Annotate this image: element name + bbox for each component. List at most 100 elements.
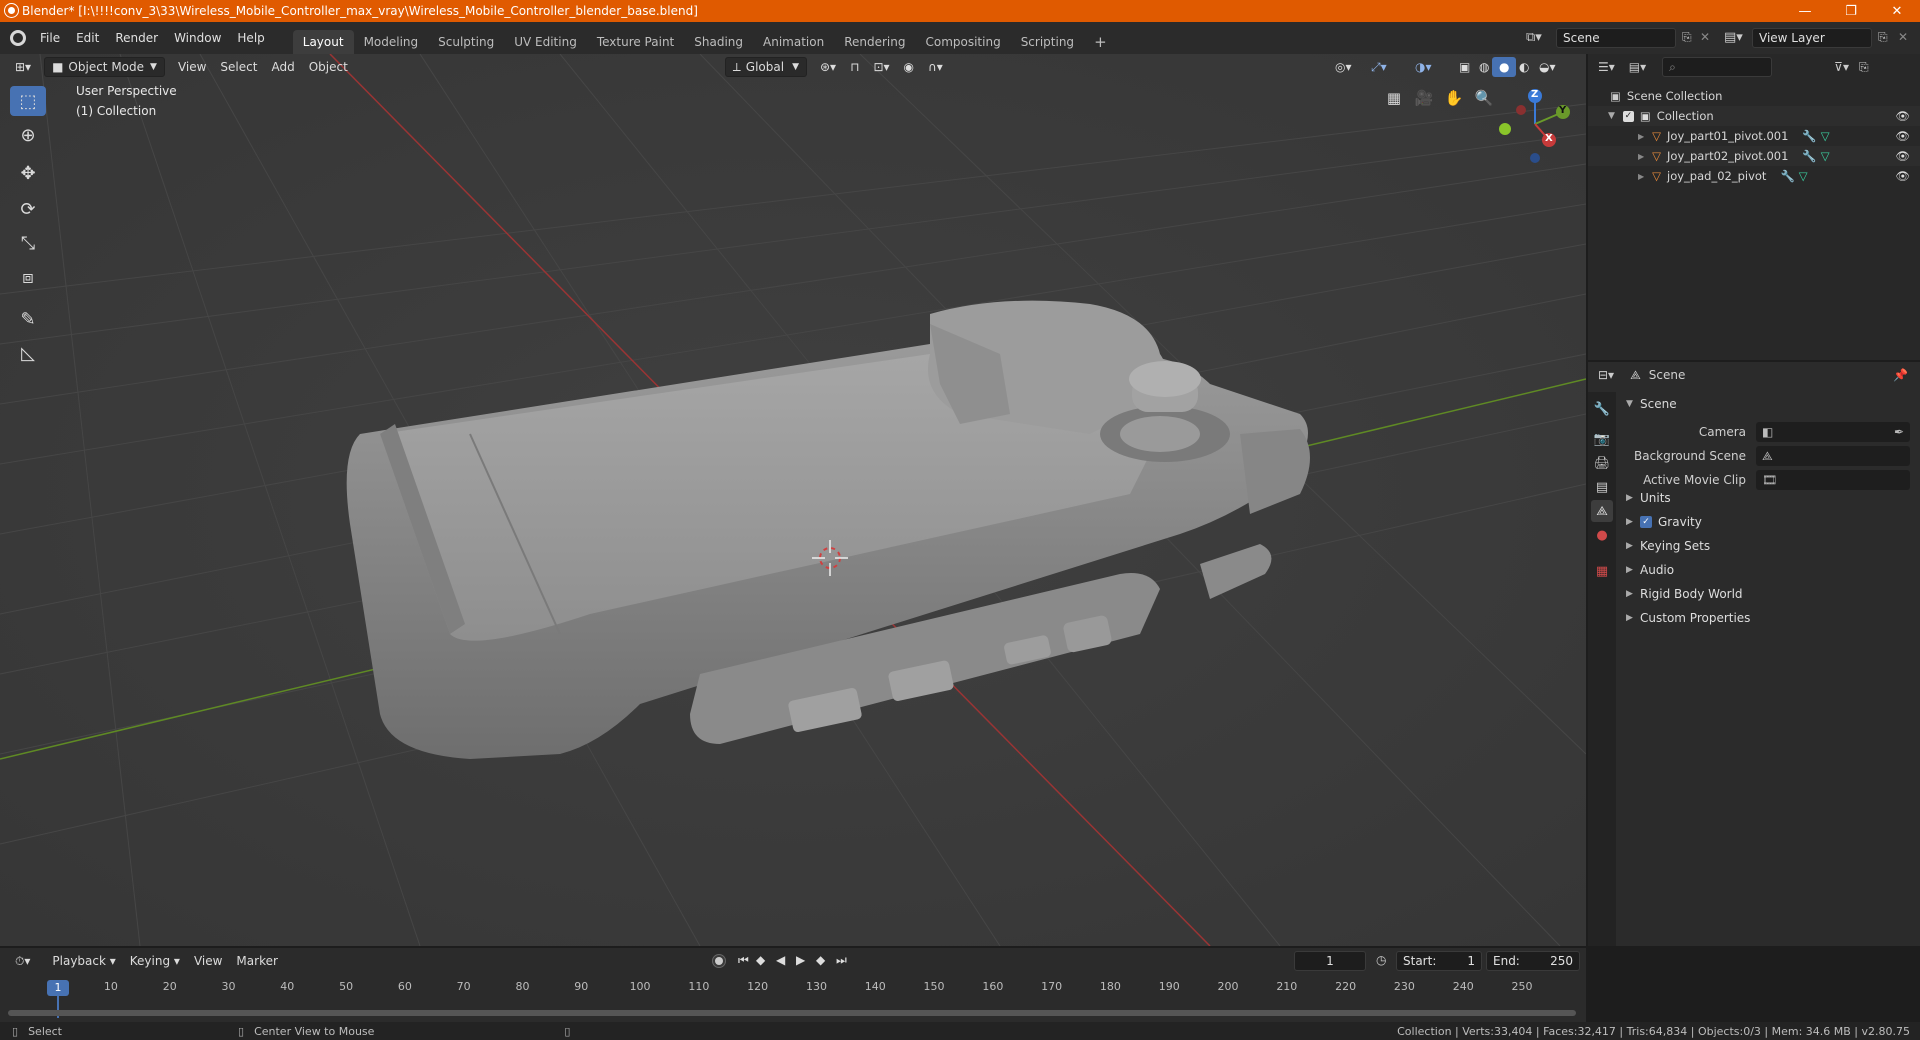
pin-icon[interactable]: 📌 [1893, 368, 1908, 382]
new-scene-icon[interactable]: ⎘ [1682, 30, 1692, 45]
visibility-eye-icon[interactable]: 👁 [1895, 149, 1910, 163]
view-object-types-icon[interactable]: ◎▾ [1328, 57, 1359, 77]
mesh-data-icon[interactable]: ▽ [1821, 149, 1830, 163]
jump-end-icon[interactable]: ⏭ [836, 953, 847, 968]
editor-type-icon[interactable]: ⊞▾ [8, 57, 38, 77]
next-keyframe-icon[interactable]: ◆ [816, 953, 825, 967]
mode-selector[interactable]: ■ Object Mode ▼ [44, 57, 165, 77]
delete-scene-icon[interactable]: ✕ [1700, 30, 1710, 44]
outliner-editor-icon[interactable]: ☰▾ [1598, 60, 1615, 74]
new-collection-icon[interactable]: ⎘ [1859, 60, 1869, 75]
menu-edit[interactable]: Edit [68, 27, 107, 49]
rotate-tool[interactable]: ⟳ [10, 194, 46, 224]
eyedropper-icon[interactable]: ✒ [1894, 425, 1904, 439]
new-view-layer-icon[interactable]: ⎘ [1878, 30, 1888, 45]
play-icon[interactable]: ▶ [796, 953, 805, 967]
play-reverse-icon[interactable]: ◀ [776, 953, 785, 967]
pivot-point-icon[interactable]: ⊛▾ [813, 57, 843, 77]
toggle-perspective-icon[interactable]: ▦ [1380, 84, 1408, 112]
auto-keying-clock-icon[interactable]: ◷ [1376, 953, 1386, 967]
menu-keying[interactable]: Keying ▾ [123, 951, 187, 971]
tab-rendering[interactable]: Rendering [834, 30, 915, 54]
end-frame-field[interactable]: End: 250 [1486, 951, 1580, 971]
scene-collection-row[interactable]: ▣ Scene Collection [1588, 86, 1920, 106]
start-frame-field[interactable]: Start: 1 [1396, 951, 1482, 971]
tab-uv-editing[interactable]: UV Editing [504, 30, 587, 54]
expand-arrow-icon[interactable]: ▶ [1638, 132, 1644, 141]
prev-keyframe-icon[interactable]: ◆ [756, 953, 765, 967]
menu-file[interactable]: File [32, 27, 68, 49]
timeline-editor-icon[interactable]: ⏱▾ [8, 951, 37, 971]
menu-select[interactable]: Select [213, 57, 264, 77]
pan-view-icon[interactable]: ✋ [1440, 84, 1468, 112]
menu-timeline-view[interactable]: View [187, 951, 229, 971]
jump-start-icon[interactable]: ⏮ [738, 953, 749, 968]
gravity-checkbox[interactable]: ✓ [1640, 516, 1652, 528]
menu-help[interactable]: Help [229, 27, 272, 49]
gizmo-toggle-icon[interactable]: ⤢▾ [1364, 57, 1394, 77]
tab-sculpting[interactable]: Sculpting [428, 30, 504, 54]
expand-arrow-icon[interactable]: ▼ [1608, 111, 1615, 121]
snap-target-icon[interactable]: ⊡▾ [866, 57, 896, 77]
gizmo-z-label[interactable]: Z [1531, 89, 1538, 100]
record-button[interactable] [712, 954, 726, 968]
outliner-item-row[interactable]: ▶ ▽ Joy_part01_pivot.001 🔧 ▽ 👁 [1588, 126, 1920, 146]
proportional-edit-icon[interactable]: ◉ [897, 57, 921, 77]
modifier-wrench-icon[interactable]: 🔧 [1802, 129, 1816, 143]
properties-editor-icon[interactable]: ⊟▾ [1598, 368, 1614, 382]
gizmo-y-label[interactable]: Y [1559, 105, 1566, 116]
cursor-tool[interactable]: ⊕ [10, 120, 46, 150]
modifier-wrench-icon[interactable]: 🔧 [1780, 169, 1794, 183]
background-scene-field[interactable]: ⟁ [1756, 446, 1910, 466]
minimize-button[interactable]: — [1782, 0, 1828, 22]
timeline-scrollbar[interactable] [8, 1010, 1576, 1016]
rendered-shading-icon[interactable]: ◒▾ [1532, 57, 1563, 77]
visibility-eye-icon[interactable]: 👁 [1895, 169, 1910, 183]
mesh-data-icon[interactable]: ▽ [1799, 169, 1808, 183]
add-workspace-button[interactable]: + [1084, 30, 1117, 54]
tool-tab-icon[interactable]: 🔧 [1591, 398, 1613, 420]
output-tab-icon[interactable]: 🖨 [1591, 452, 1613, 474]
3d-viewport[interactable]: Z Y X ⊞▾ ■ Object Mode ▼ View Select Add… [0, 54, 1586, 946]
collection-checkbox[interactable]: ✓ [1622, 110, 1634, 122]
restore-button[interactable]: ❐ [1828, 0, 1874, 22]
delete-view-layer-icon[interactable]: ✕ [1898, 30, 1908, 44]
menu-playback[interactable]: Playback ▾ [45, 951, 122, 971]
tab-modeling[interactable]: Modeling [354, 30, 429, 54]
view-layer-selector[interactable]: View Layer [1752, 28, 1872, 48]
gravity-section[interactable]: ▶ ✓ Gravity [1588, 510, 1920, 534]
current-frame-indicator[interactable]: 1 [47, 980, 69, 996]
scene-selector[interactable]: Scene [1556, 28, 1676, 48]
collection-row[interactable]: ▼ ✓ ▣ Collection 👁 [1588, 106, 1920, 126]
visibility-eye-icon[interactable]: 👁 [1895, 129, 1910, 143]
tab-texture-paint[interactable]: Texture Paint [587, 30, 684, 54]
rigid-body-world-section[interactable]: ▶ Rigid Body World [1588, 582, 1920, 606]
audio-section[interactable]: ▶ Audio [1588, 558, 1920, 582]
tab-compositing[interactable]: Compositing [915, 30, 1010, 54]
outliner-item-row[interactable]: ▶ ▽ joy_pad_02_pivot 🔧 ▽ 👁 [1588, 166, 1920, 186]
select-box-tool[interactable]: ⬚ [10, 86, 46, 116]
menu-view[interactable]: View [171, 57, 213, 77]
menu-object[interactable]: Object [302, 57, 355, 77]
current-frame-field[interactable]: 1 [1294, 951, 1366, 971]
filter-icon[interactable]: ⊽▾ [1834, 60, 1849, 74]
move-tool[interactable]: ✥ [10, 158, 46, 188]
tab-animation[interactable]: Animation [753, 30, 834, 54]
transform-tool[interactable]: ⧈ [10, 262, 46, 292]
tab-scripting[interactable]: Scripting [1011, 30, 1084, 54]
menu-marker[interactable]: Marker [229, 951, 284, 971]
menu-add[interactable]: Add [264, 57, 301, 77]
keying-sets-section[interactable]: ▶ Keying Sets [1588, 534, 1920, 558]
close-button[interactable]: ✕ [1874, 0, 1920, 22]
camera-field[interactable]: ◧ ✒ [1756, 422, 1910, 442]
gizmo-x-label[interactable]: X [1545, 133, 1553, 144]
outliner-item-row[interactable]: ▶ ▽ Joy_part02_pivot.001 🔧 ▽ 👁 [1588, 146, 1920, 166]
custom-properties-section[interactable]: ▶ Custom Properties [1588, 606, 1920, 630]
modifier-wrench-icon[interactable]: 🔧 [1802, 149, 1816, 163]
snap-icon[interactable]: ⊓ [843, 57, 866, 77]
falloff-icon[interactable]: ∩▾ [921, 57, 950, 77]
menu-window[interactable]: Window [166, 27, 229, 49]
annotate-tool[interactable]: ✎ [10, 304, 46, 334]
expand-arrow-icon[interactable]: ▶ [1638, 152, 1644, 161]
menu-render[interactable]: Render [107, 27, 166, 49]
